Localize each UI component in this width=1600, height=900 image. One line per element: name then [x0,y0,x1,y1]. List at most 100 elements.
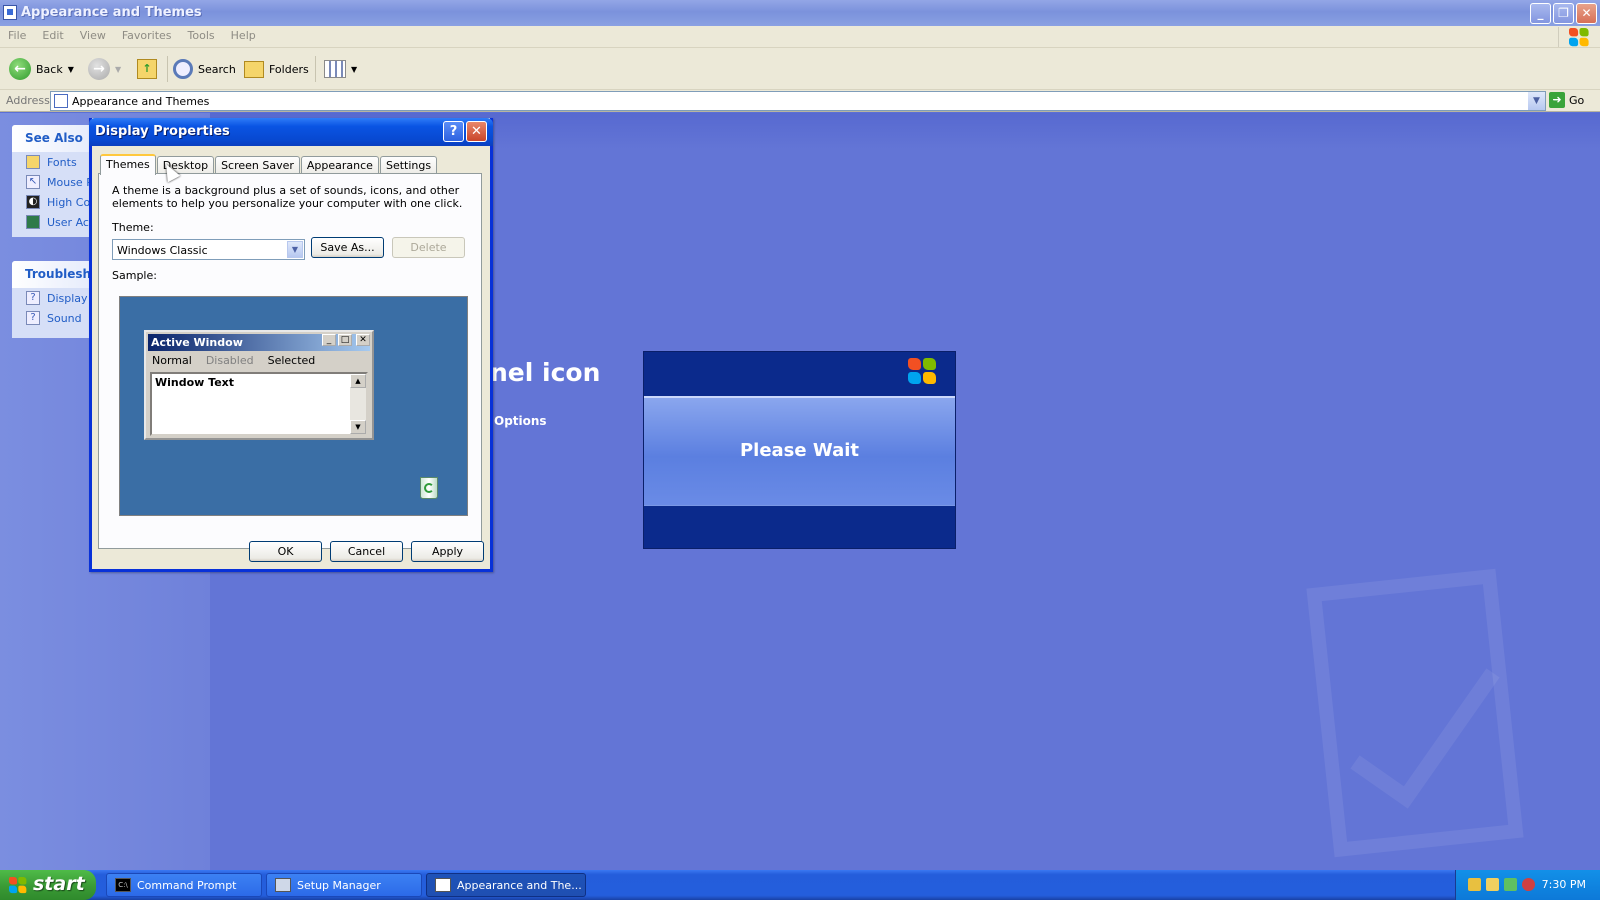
please-wait-message: Please Wait [739,440,860,461]
up-folder-icon: ↑ [137,59,157,79]
views-button[interactable]: ▼ [324,57,357,81]
system-tray: 7:30 PM [1455,870,1600,900]
sidebar-item-label: User Ac [47,215,89,229]
taskbar-item-setup-manager[interactable]: Setup Manager [266,873,422,897]
menu-edit[interactable]: Edit [34,26,71,42]
tab-themes[interactable]: Themes [100,154,156,175]
up-folder-button[interactable]: ↑ [137,57,157,81]
windows-logo-icon [1558,27,1596,47]
dialog-titlebar[interactable]: Display Properties ? ✕ [89,118,493,146]
theme-select-value: Windows Classic [117,244,208,257]
cancel-button[interactable]: Cancel [330,541,403,562]
restore-button[interactable]: ❐ [1553,3,1574,24]
taskbar: start C:\ Command Prompt Setup Manager A… [0,870,1600,900]
sample-menu-normal: Normal [152,354,192,367]
address-dropdown-icon[interactable]: ▼ [1528,92,1545,110]
taskbar-item-label: Command Prompt [137,878,237,892]
setup-manager-icon [275,878,291,892]
themes-description: A theme is a background plus a set of so… [112,184,463,210]
contrast-icon: ◐ [26,195,40,209]
back-button[interactable]: ← Back ▼ [9,57,74,81]
recycle-bin-icon [417,472,441,500]
themes-tab-panel: A theme is a background plus a set of so… [98,173,482,549]
forward-dropdown-icon[interactable]: ▼ [115,65,121,74]
back-arrow-icon: ← [9,58,31,80]
folders-label: Folders [269,62,309,76]
clock: 7:30 PM [1541,878,1586,891]
taskbar-item-command-prompt[interactable]: C:\ Command Prompt [106,873,262,897]
dialog-title: Display Properties [95,124,230,139]
views-icon [324,60,346,78]
theme-select[interactable]: Windows Classic ▼ [112,239,305,260]
close-button[interactable]: ✕ [1576,3,1597,24]
sample-maximize-icon: □ [338,334,352,346]
apply-button[interactable]: Apply [411,541,484,562]
folder-icon [26,155,40,169]
window-titlebar[interactable]: Appearance and Themes _ ❐ ✕ [0,0,1600,26]
sample-minimize-icon: _ [322,334,336,346]
sample-window-title: Active Window [148,334,370,351]
menu-file[interactable]: File [0,26,34,42]
forward-arrow-icon: → [88,58,110,80]
back-label: Back [36,62,63,76]
help-button[interactable]: ? [443,121,464,142]
start-flag-icon [9,877,27,894]
ok-button[interactable]: OK [249,541,322,562]
menu-bar: File Edit View Favorites Tools Help [0,26,1600,48]
pick-icon-heading: nel icon [490,358,601,387]
start-button[interactable]: start [0,870,96,900]
tab-screen-saver[interactable]: Screen Saver [215,156,300,174]
forward-button[interactable]: → ▼ [88,57,121,81]
menu-help[interactable]: Help [223,26,264,42]
tab-settings[interactable]: Settings [379,156,438,174]
delete-button: Delete [392,237,465,258]
alert-icon[interactable] [1522,878,1535,891]
theme-label: Theme: [112,221,154,234]
search-label: Search [198,62,236,76]
menu-favorites[interactable]: Favorites [114,26,180,42]
sample-menu: Normal Disabled Selected [152,354,315,367]
sidebar-item-label: Fonts [47,155,77,169]
explorer-window-icon[interactable] [3,5,17,20]
scroll-down-icon: ▼ [350,420,366,434]
windows-flag-icon [908,358,938,386]
sidebar-item-label: Mouse P [47,175,93,189]
security-shield-icon[interactable] [1486,878,1499,891]
folders-icon [244,60,264,78]
taskbar-item-appearance-and-themes[interactable]: Appearance and The... [426,873,586,897]
sample-scrollbar: ▲ ▼ [350,374,366,434]
sample-menu-disabled: Disabled [205,354,254,367]
menu-tools[interactable]: Tools [180,26,223,42]
views-dropdown-icon: ▼ [351,64,358,74]
dialog-tabs: Themes Desktop Screen Saver Appearance S… [100,154,438,175]
address-input[interactable]: Appearance and Themes ▼ [50,91,1546,111]
start-label: start [33,873,85,895]
tab-appearance[interactable]: Appearance [300,156,379,174]
sidebar-item-label: Sound [47,311,82,325]
search-button[interactable]: Search [173,57,236,81]
back-dropdown-icon[interactable]: ▼ [68,65,74,74]
window-title: Appearance and Themes [21,5,202,20]
help-icon: ? [26,311,40,325]
display-properties-dialog: Display Properties ? ✕ Themes Desktop Sc… [89,118,493,572]
scroll-up-icon: ▲ [350,374,366,388]
sample-window-text-area: Window Text ▲ ▼ [150,372,368,436]
address-value: Appearance and Themes [72,95,210,108]
minimize-button[interactable]: _ [1530,3,1551,24]
dialog-close-button[interactable]: ✕ [466,121,487,142]
save-as-button[interactable]: Save As... [311,237,384,258]
updates-icon[interactable] [1504,878,1517,891]
taskbar-item-label: Setup Manager [297,878,381,892]
go-arrow-icon: ➜ [1549,92,1565,108]
folders-button[interactable]: Folders [244,57,309,81]
options-link[interactable]: Options [494,414,547,428]
go-label: Go [1569,93,1585,107]
chevron-down-icon[interactable]: ▼ [287,241,303,258]
address-bar: Address Appearance and Themes ▼ ➜ Go [0,90,1600,112]
theme-sample-preview: Active Window _ □ ✕ Normal Disabled Sele… [119,296,468,516]
menu-view[interactable]: View [72,26,114,42]
go-button[interactable]: ➜ Go [1549,92,1584,108]
search-icon [173,59,193,79]
sample-active-window: Active Window _ □ ✕ Normal Disabled Sele… [144,330,374,440]
network-icon[interactable] [1468,878,1481,891]
